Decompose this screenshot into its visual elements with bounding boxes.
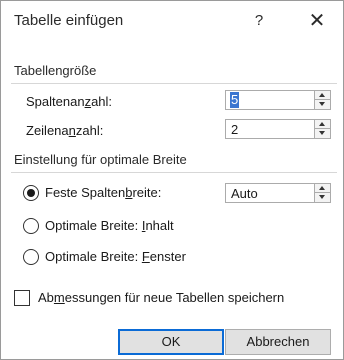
table-size-group-label: Tabellengröße	[14, 63, 97, 78]
autofit-content-label: Optimale Breite: Inhalt	[45, 218, 174, 233]
rows-spinner[interactable]: 2	[225, 119, 331, 139]
help-button[interactable]: ?	[245, 7, 273, 35]
group-divider	[11, 83, 337, 84]
columns-increment-icon[interactable]	[315, 91, 330, 100]
radio-unselected-icon[interactable]	[23, 218, 39, 234]
fixed-width-spin-buttons	[314, 184, 330, 202]
autofit-window-label: Optimale Breite: Fenster	[45, 249, 186, 264]
columns-value[interactable]: 5	[230, 92, 240, 108]
dialog-title: Tabelle einfügen	[14, 12, 124, 29]
rows-decrement-icon[interactable]	[315, 129, 330, 138]
checkbox-unchecked-icon[interactable]	[14, 290, 30, 306]
rows-increment-icon[interactable]	[315, 120, 330, 129]
columns-spin-buttons	[314, 91, 330, 109]
rows-label: Zeilenanzahl:	[26, 123, 104, 138]
rows-value[interactable]: 2	[231, 122, 238, 137]
radio-unselected-icon[interactable]	[23, 249, 39, 265]
width-increment-icon[interactable]	[315, 184, 330, 193]
width-decrement-icon[interactable]	[315, 193, 330, 202]
rows-spin-buttons	[314, 120, 330, 138]
radio-selected-icon[interactable]	[23, 185, 39, 201]
fixed-width-value[interactable]: Auto	[231, 186, 258, 201]
fixed-width-label: Feste Spaltenbreite:	[45, 185, 162, 200]
group-divider	[11, 172, 337, 173]
autofit-group-label: Einstellung für optimale Breite	[14, 152, 187, 167]
insert-table-dialog: Tabelle einfügen ? ✕ Tabellengröße Spalt…	[0, 0, 344, 360]
columns-label: Spaltenanzahl:	[26, 94, 113, 109]
close-icon[interactable]: ✕	[301, 7, 333, 35]
title-bar: Tabelle einfügen ? ✕	[1, 1, 343, 41]
fixed-width-spinner[interactable]: Auto	[225, 183, 331, 203]
cancel-button[interactable]: Abbrechen	[225, 329, 331, 355]
ok-button[interactable]: OK	[118, 329, 224, 355]
columns-decrement-icon[interactable]	[315, 100, 330, 109]
remember-dimensions-label: Abmessungen für neue Tabellen speichern	[38, 290, 285, 305]
columns-spinner[interactable]: 5	[225, 90, 331, 110]
